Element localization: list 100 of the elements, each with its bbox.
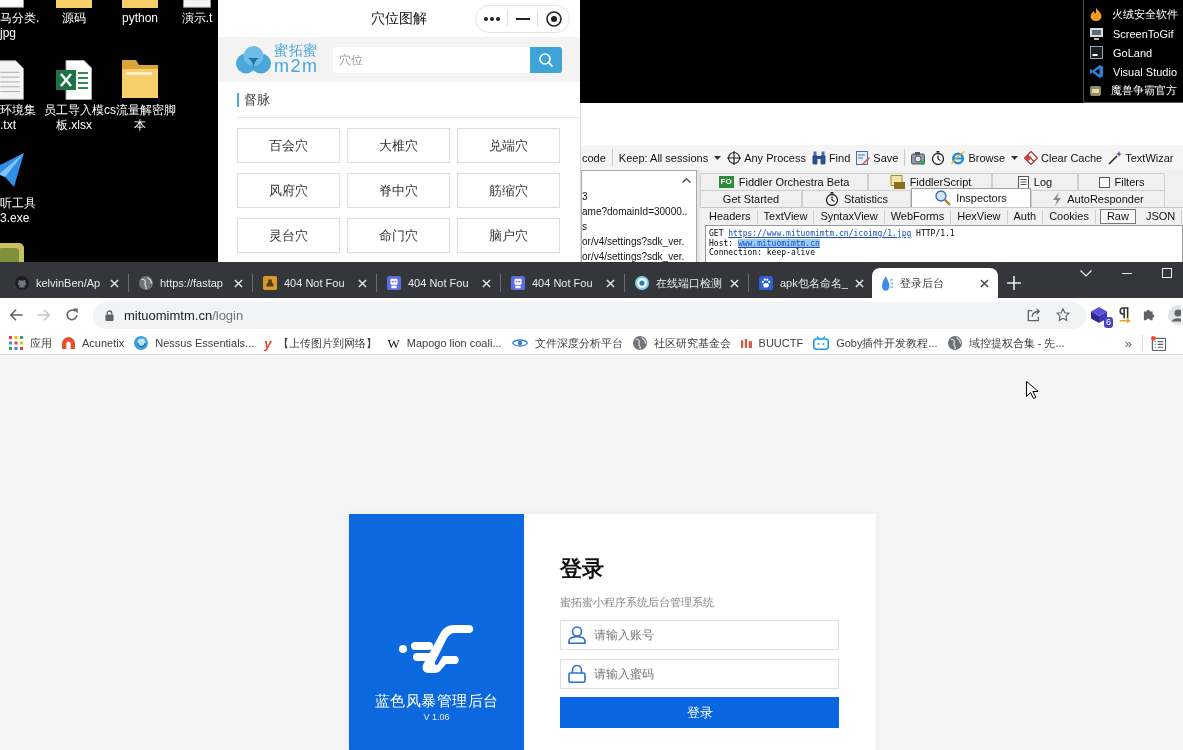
tab[interactable]: WebForms: [884, 209, 952, 224]
session-row[interactable]: 3: [582, 189, 696, 204]
browser-tab[interactable]: 登录后台: [872, 268, 998, 298]
cube-icon[interactable]: [1091, 307, 1107, 323]
logo-icon: [398, 624, 475, 674]
browser-tab[interactable]: 在线端口检测: [625, 268, 748, 298]
browser-tab[interactable]: https://fastap: [129, 268, 252, 298]
bookmark[interactable]: y 【上传图片到网络】: [259, 335, 383, 351]
session-row[interactable]: ame?domainId=30000..: [582, 204, 696, 219]
bookmark[interactable]: Goby插件开发教程...: [808, 335, 943, 351]
text-file-icon[interactable]: [0, 60, 24, 100]
tab[interactable]: Auth: [1007, 209, 1044, 224]
tab[interactable]: Filters: [1078, 173, 1165, 190]
bookmark[interactable]: 文件深度分析平台: [506, 335, 628, 351]
point-button[interactable]: 灵台穴: [237, 218, 340, 253]
point-button[interactable]: 筋缩穴: [457, 173, 560, 208]
tab[interactable]: Cookies: [1043, 209, 1096, 224]
point-button[interactable]: 脑户穴: [457, 218, 560, 253]
circle-dot-icon[interactable]: [545, 10, 562, 27]
bookmark[interactable]: 应用: [4, 335, 57, 351]
save-button[interactable]: Save: [856, 150, 899, 165]
camera-icon[interactable]: [911, 150, 926, 165]
close-icon[interactable]: [980, 278, 989, 288]
point-button[interactable]: 脊中穴: [347, 173, 450, 208]
tab[interactable]: FiddlerScript: [868, 173, 992, 190]
password-field[interactable]: 请输入蜜码: [560, 659, 839, 689]
minimize-icon[interactable]: [515, 17, 530, 20]
tab[interactable]: Log: [992, 173, 1078, 190]
bookmark[interactable]: 社区研究基金会: [627, 335, 736, 351]
icon-label: 听工具 3.exe: [0, 196, 36, 226]
keep-sessions-dropdown[interactable]: Keep: All sessions: [618, 151, 722, 164]
spreadsheet-file-icon[interactable]: [56, 60, 92, 100]
tab[interactable]: Inspectors: [911, 188, 1031, 207]
puzzle-icon[interactable]: [1143, 308, 1157, 322]
back-arrow-icon[interactable]: [9, 308, 23, 322]
tab[interactable]: Get Started: [700, 190, 802, 207]
app-list-item[interactable]: Visual Studio: [1084, 62, 1183, 81]
search-field[interactable]: 穴位: [333, 46, 530, 73]
toolbar-button[interactable]: code: [582, 151, 606, 164]
find-button[interactable]: Find: [811, 150, 851, 165]
browser-tab[interactable]: kelvinBen/Ap: [5, 268, 128, 298]
tab[interactable]: Raw: [1099, 209, 1136, 224]
pilcrow-icon[interactable]: [1118, 307, 1132, 323]
bookmark[interactable]: Nessus Essentials...: [129, 336, 260, 350]
clear-cache-button[interactable]: Clear Cache: [1024, 150, 1103, 165]
tab[interactable]: Headers: [703, 209, 758, 224]
browser-tab[interactable]: apk包名命名_: [749, 268, 872, 298]
browser-tab[interactable]: 404 Not Fou: [501, 268, 624, 298]
point-button[interactable]: 大椎穴: [347, 128, 450, 163]
bookmark[interactable]: BUUCTF: [735, 337, 809, 349]
url-link[interactable]: https://www.mituomimtm.cn/icoimg/1.jpg: [728, 229, 912, 238]
point-button[interactable]: 命门穴: [347, 218, 450, 253]
more-icon[interactable]: [483, 16, 500, 21]
stopwatch-icon[interactable]: [931, 150, 946, 165]
minimize-icon[interactable]: [1122, 272, 1132, 274]
url-link[interactable]: www.mituomimtm.cn: [737, 238, 820, 248]
browser-tab[interactable]: 404 Not Fou: [253, 268, 376, 298]
username-field[interactable]: 请输入账号: [560, 620, 839, 650]
session-row[interactable]: or/v4/settings?sdk_ver.: [582, 249, 696, 262]
app-list-item[interactable]: 火绒安全软件: [1084, 5, 1183, 24]
chevron-down-icon[interactable]: [1080, 269, 1092, 277]
chevron-up-icon[interactable]: [682, 177, 691, 183]
address-bar[interactable]: mituomimtm.cn/login: [93, 301, 1086, 329]
avatar-icon[interactable]: [1168, 305, 1181, 325]
point-button[interactable]: 风府穴: [237, 173, 340, 208]
app-list-item[interactable]: GoLand: [1084, 43, 1183, 62]
session-row[interactable]: s: [582, 219, 696, 234]
more-bookmarks-button[interactable]: »: [1118, 335, 1138, 351]
checkbox[interactable]: [1098, 176, 1110, 188]
reading-list-icon[interactable]: [1151, 335, 1166, 351]
tab[interactable]: JSON: [1139, 209, 1183, 224]
search-icon: [539, 52, 553, 67]
browser-tab[interactable]: 404 Not Fou: [377, 268, 500, 298]
app-list-item[interactable]: ScreenToGif: [1084, 24, 1183, 43]
point-button[interactable]: 百会穴: [237, 128, 340, 163]
app-list-item[interactable]: 魔兽争霸官方: [1084, 81, 1183, 100]
tab[interactable]: Statistics: [802, 190, 911, 207]
plus-icon[interactable]: [1007, 276, 1021, 290]
bookmark[interactable]: W Mapogo lion coali...: [382, 336, 507, 350]
textwizard-button[interactable]: TextWizar: [1108, 150, 1174, 165]
session-row[interactable]: or/v4/settings?sdk_ver.: [582, 234, 696, 249]
folder-icon[interactable]: [122, 60, 158, 100]
tab[interactable]: AutoResponder: [1031, 190, 1165, 207]
share-icon[interactable]: [1027, 308, 1041, 322]
tab[interactable]: TextView: [757, 209, 815, 224]
tab[interactable]: SyntaxView: [814, 209, 885, 224]
bookmark[interactable]: 域控提权合集 - 先...: [942, 335, 1070, 351]
point-button[interactable]: 兑端穴: [457, 128, 560, 163]
reload-icon[interactable]: [65, 308, 79, 322]
bookmark[interactable]: Acunetix: [57, 337, 130, 349]
tab[interactable]: HexView: [951, 209, 1008, 224]
any-process-button[interactable]: Any Process: [727, 150, 806, 165]
login-button[interactable]: 登录: [560, 697, 839, 728]
browse-button[interactable]: Browse: [951, 150, 1019, 165]
star-icon[interactable]: [1056, 308, 1070, 322]
image-file-icon[interactable]: [0, 0, 24, 8]
tab[interactable]: FO Fiddler Orchestra Beta: [700, 173, 868, 190]
search-button[interactable]: [530, 46, 562, 73]
maximize-icon[interactable]: [1162, 268, 1172, 278]
letter-icon: FO: [718, 176, 734, 188]
